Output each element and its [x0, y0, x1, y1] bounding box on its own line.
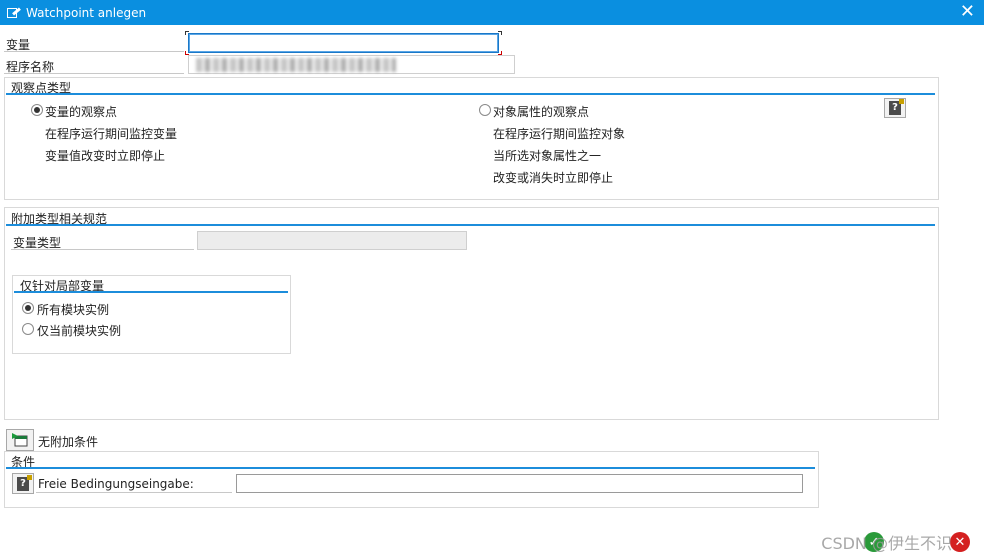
radio-object-attribute-watchpoint[interactable]: [479, 104, 491, 116]
variable-watchpoint-desc2: 变量值改变时立即停止: [45, 149, 166, 163]
title-bar: Watchpoint anlegen ✕: [0, 0, 984, 25]
radio-current-module-instance[interactable]: [22, 323, 34, 335]
window-title: Watchpoint anlegen: [26, 5, 147, 20]
variable-type-underline: [11, 249, 194, 250]
group-rule: [6, 224, 935, 226]
help-book-icon: ?: [889, 99, 904, 115]
help-button[interactable]: ?: [884, 98, 906, 118]
condition-toggle-button[interactable]: [6, 429, 34, 451]
expand-panel-icon: [12, 433, 28, 447]
variable-type-field: [197, 231, 467, 250]
focus-corner: [498, 31, 502, 35]
variable-label-underline: [4, 51, 184, 52]
program-label-underline: [4, 73, 184, 74]
free-condition-underline: [36, 492, 232, 493]
radio-all-module-instances[interactable]: [22, 302, 34, 314]
radio-variable-watchpoint[interactable]: [31, 104, 43, 116]
watermark: CSDN @伊生不识: [821, 534, 952, 553]
help-book-icon: ?: [17, 474, 32, 491]
object-watchpoint-desc1: 在程序运行期间监控对象: [493, 127, 626, 141]
redacted-program-name: [196, 58, 396, 72]
edit-document-icon: [7, 6, 21, 19]
group-rule: [14, 291, 288, 293]
object-watchpoint-label: 对象属性的观察点: [493, 105, 590, 119]
current-module-instance-label: 仅当前模块实例: [37, 324, 122, 338]
all-module-instances-label: 所有模块实例: [37, 303, 110, 317]
focus-corner: [185, 31, 189, 35]
object-watchpoint-desc3: 改变或消失时立即停止: [493, 171, 614, 185]
cancel-icon: ✕: [954, 534, 966, 550]
free-condition-label: Freie Bedingungseingabe:: [38, 477, 194, 491]
group-rule: [6, 467, 815, 469]
object-watchpoint-desc2: 当所选对象属性之一: [493, 149, 602, 163]
variable-watchpoint-label: 变量的观察点: [45, 105, 118, 119]
condition-help-button[interactable]: ?: [12, 473, 34, 494]
free-condition-input[interactable]: [236, 474, 803, 493]
cancel-button[interactable]: ✕: [950, 532, 970, 552]
variable-input[interactable]: [188, 33, 499, 53]
no-condition-label: 无附加条件: [38, 435, 99, 449]
group-rule: [6, 93, 935, 95]
close-icon[interactable]: ✕: [960, 2, 975, 22]
variable-watchpoint-desc1: 在程序运行期间监控变量: [45, 127, 178, 141]
